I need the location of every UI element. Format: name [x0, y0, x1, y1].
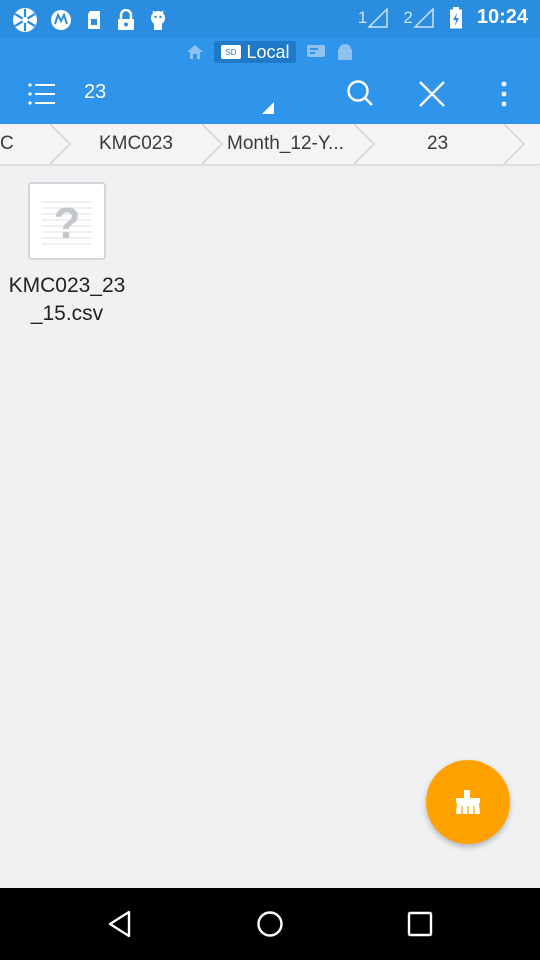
back-button[interactable] [100, 906, 140, 942]
breadcrumb: C KMC023 Month_12-Y... 23 [0, 124, 540, 165]
clean-button[interactable] [426, 760, 510, 844]
sd-badge-text: SD [226, 48, 237, 57]
app-bar: SD Local 23 [0, 38, 540, 124]
menu-icon[interactable] [28, 82, 56, 106]
sim2-label: 2 [403, 7, 413, 27]
recents-button[interactable] [400, 906, 440, 942]
more-options-icon[interactable] [500, 80, 508, 108]
search-icon[interactable] [346, 79, 374, 107]
breadcrumb-item[interactable]: Month_12-Y... [227, 124, 344, 164]
breadcrumb-item[interactable]: 23 [427, 124, 448, 164]
home-button[interactable] [250, 906, 290, 942]
status-bar: 1 2 10:24 [0, 0, 540, 38]
sim-icon [84, 9, 104, 31]
lock-icon [116, 9, 136, 31]
clock: 10:24 [476, 6, 528, 28]
breadcrumb-separator-icon [503, 124, 526, 164]
sim2-signal-icon: 2 [403, 6, 434, 29]
sim1-label: 1 [357, 7, 368, 27]
storage-switcher: SD Local [0, 38, 540, 66]
breadcrumb-separator-icon [353, 124, 376, 164]
close-icon[interactable] [419, 81, 445, 107]
breadcrumb-separator-icon [201, 124, 224, 164]
battery-icon [449, 6, 463, 29]
local-storage-label: Local [246, 41, 290, 62]
breadcrumb-item[interactable]: C [0, 124, 14, 164]
navigation-bar [0, 888, 540, 960]
file-item[interactable]: ? KMC023_23_15.csv [6, 180, 128, 328]
breadcrumb-item[interactable]: KMC023 [99, 124, 173, 164]
network-icon[interactable] [306, 43, 326, 61]
motorola-icon [50, 9, 72, 31]
breadcrumb-separator-icon [49, 124, 72, 164]
path-dropdown-icon[interactable] [262, 102, 274, 114]
sd-card-icon: SD [220, 44, 242, 60]
file-name: KMC023_23_15.csv [8, 274, 126, 325]
unknown-file-icon: ? [28, 182, 106, 260]
path-title[interactable]: 23 [84, 81, 106, 104]
home-icon[interactable] [186, 43, 204, 61]
sim1-signal-icon: 1 [357, 6, 389, 29]
local-storage-tab[interactable]: SD Local [214, 41, 296, 63]
toolbar: 23 [0, 66, 540, 124]
android-apps-icon[interactable] [336, 43, 354, 61]
app-icon [12, 7, 38, 33]
broom-icon [453, 788, 483, 816]
android-icon [148, 8, 168, 32]
svg-text:?: ? [54, 199, 81, 248]
